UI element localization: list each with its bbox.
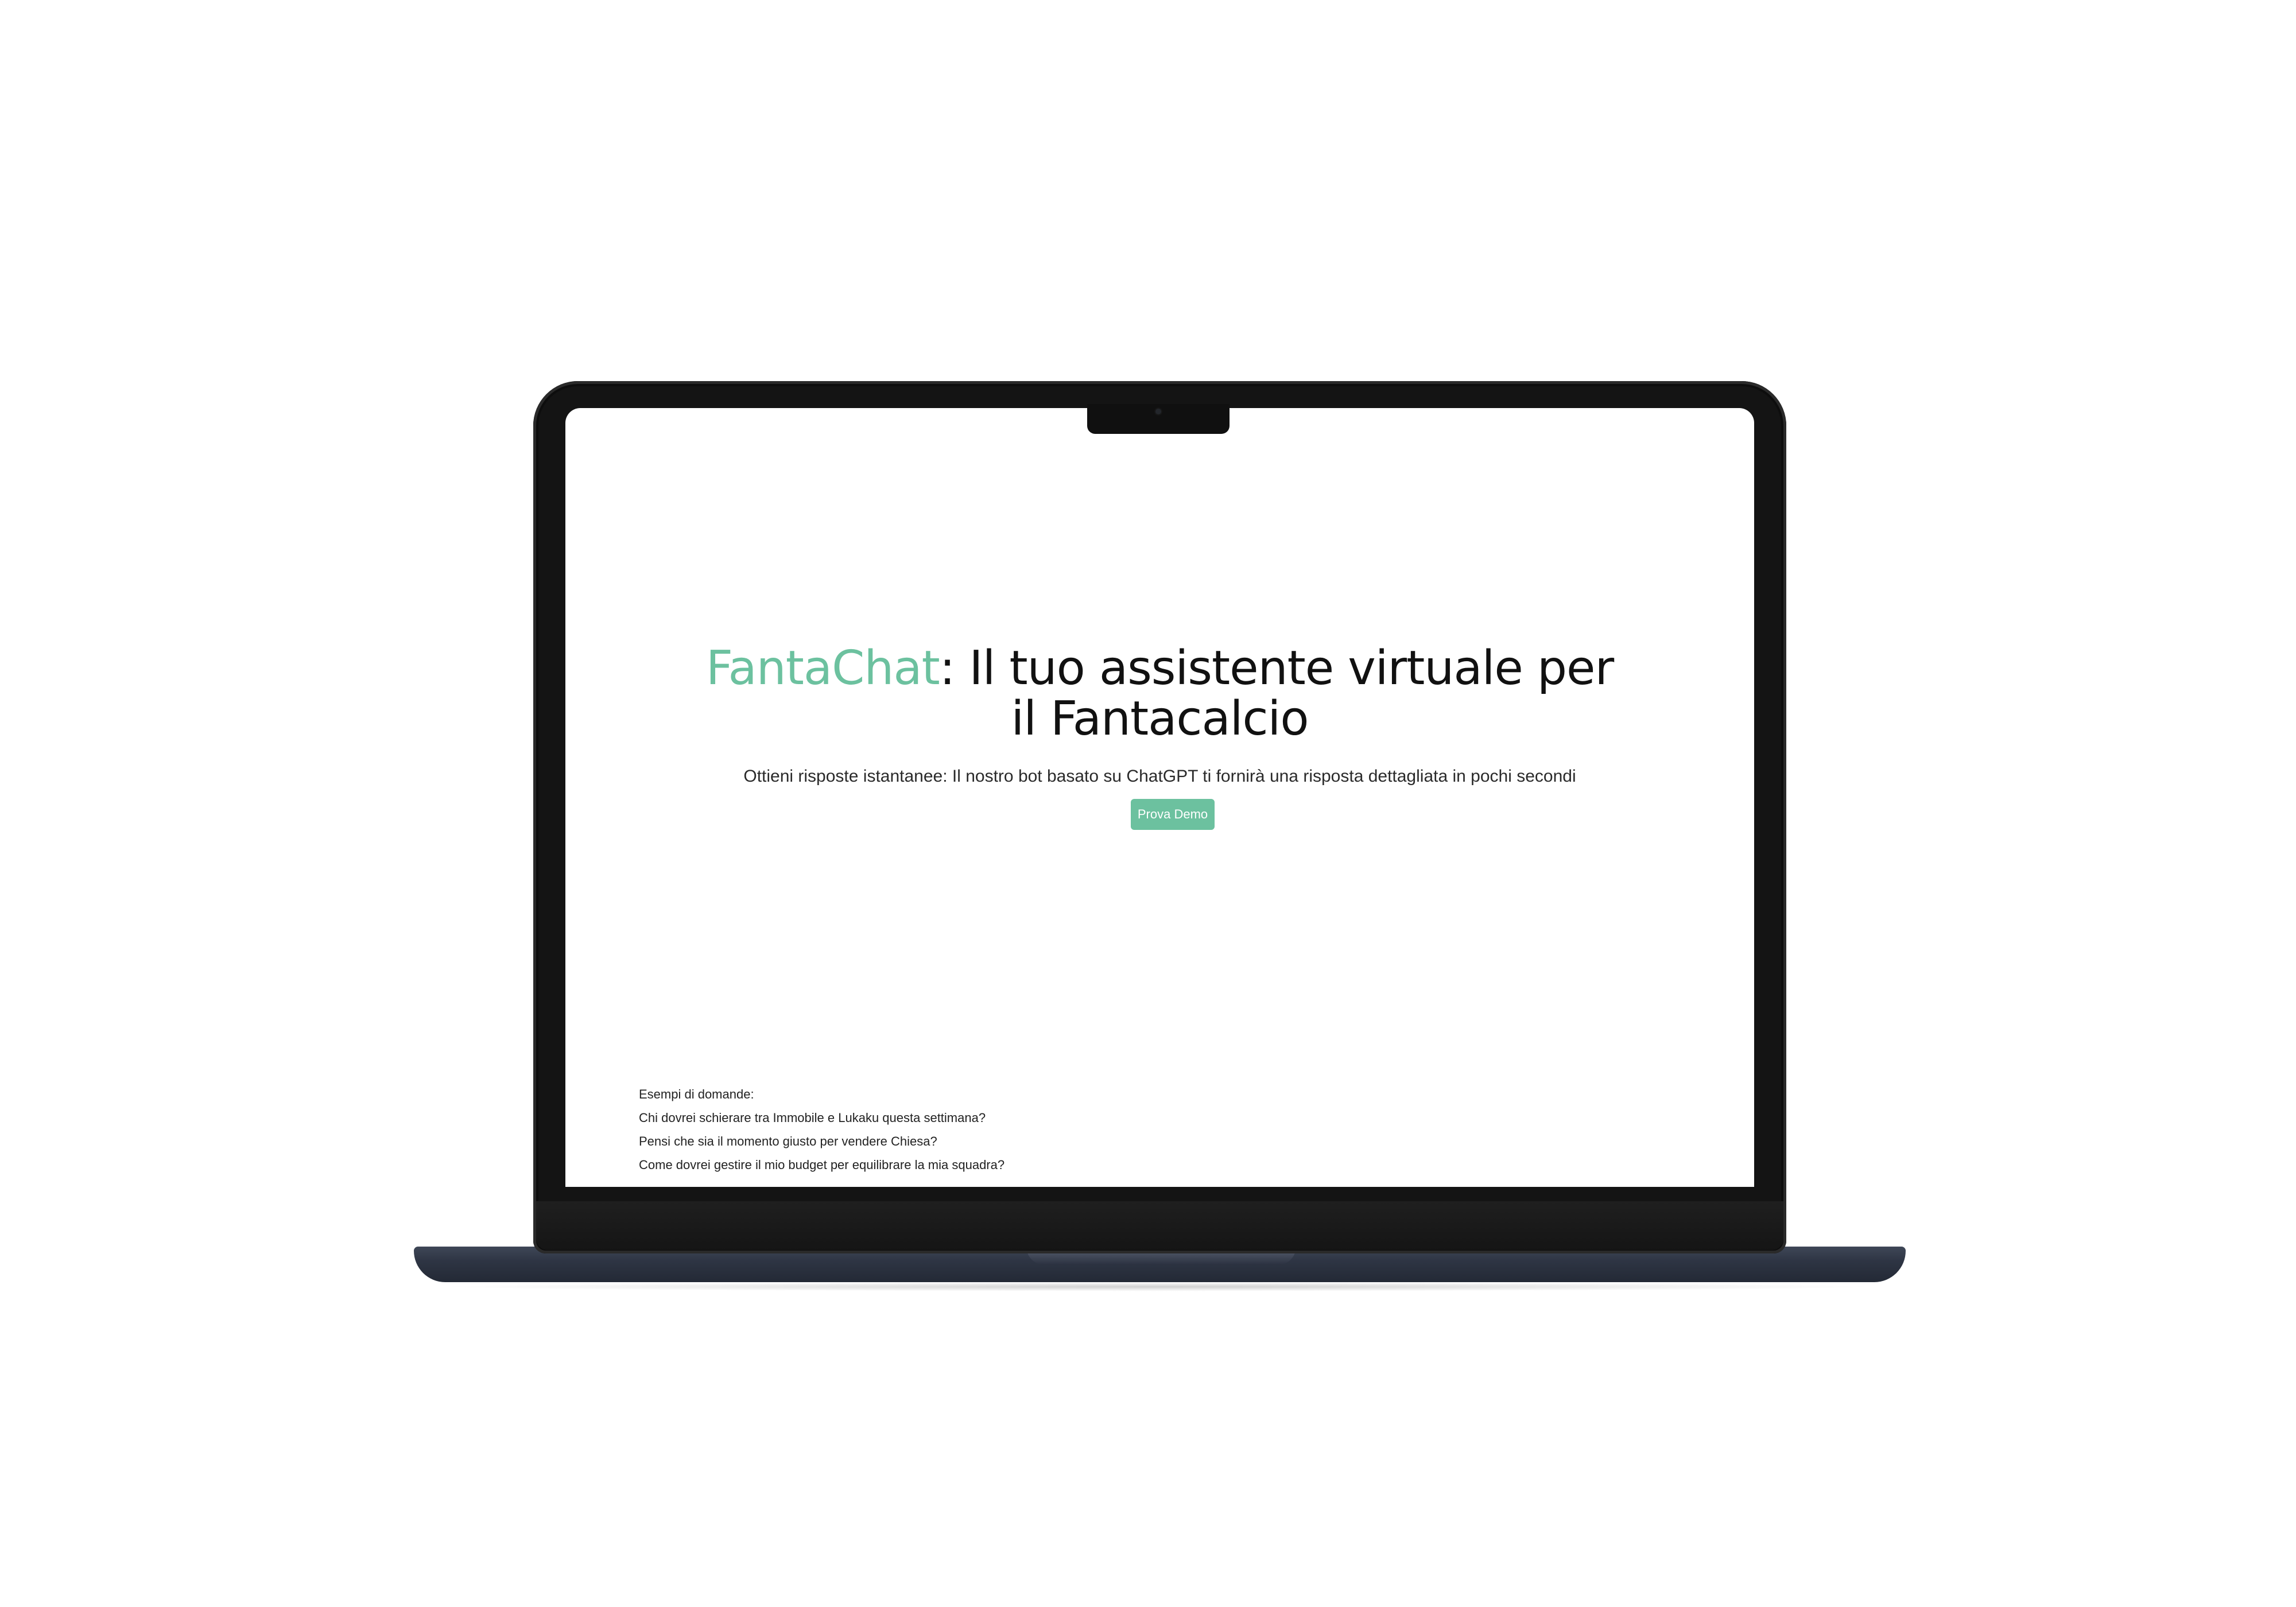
examples-heading: Esempi di domande: bbox=[639, 1087, 754, 1101]
mockup-stage: FantaChat: Il tuo assistente virtuale pe… bbox=[0, 0, 2296, 1607]
example-question[interactable]: Chi dovrei schierare tra Immobile e Luka… bbox=[639, 1106, 1004, 1129]
laptop-shadow bbox=[436, 1282, 1883, 1291]
hero-title-rest: : Il tuo assistente virtuale per bbox=[939, 641, 1614, 696]
hero-title: FantaChat: Il tuo assistente virtuale pe… bbox=[565, 643, 1754, 744]
brand-name: FantaChat bbox=[705, 641, 940, 696]
hero-subtitle: Ottieni risposte istantanee: Il nostro b… bbox=[743, 767, 1576, 786]
examples-section: Esempi di domande: Chi dovrei schierare … bbox=[639, 1082, 1004, 1177]
example-question[interactable]: Pensi che sia il momento giusto per vend… bbox=[639, 1129, 1004, 1153]
camera-icon bbox=[1155, 409, 1161, 414]
example-question[interactable]: Come dovrei gestire il mio budget per eq… bbox=[639, 1153, 1004, 1177]
hero-title-line-1: FantaChat: Il tuo assistente virtuale pe… bbox=[565, 643, 1754, 694]
demo-button[interactable]: Prova Demo bbox=[1131, 799, 1215, 830]
laptop-chin bbox=[536, 1201, 1783, 1250]
laptop-screen: FantaChat: Il tuo assistente virtuale pe… bbox=[565, 408, 1754, 1187]
hero-title-line-2: il Fantacalcio bbox=[1011, 691, 1309, 746]
